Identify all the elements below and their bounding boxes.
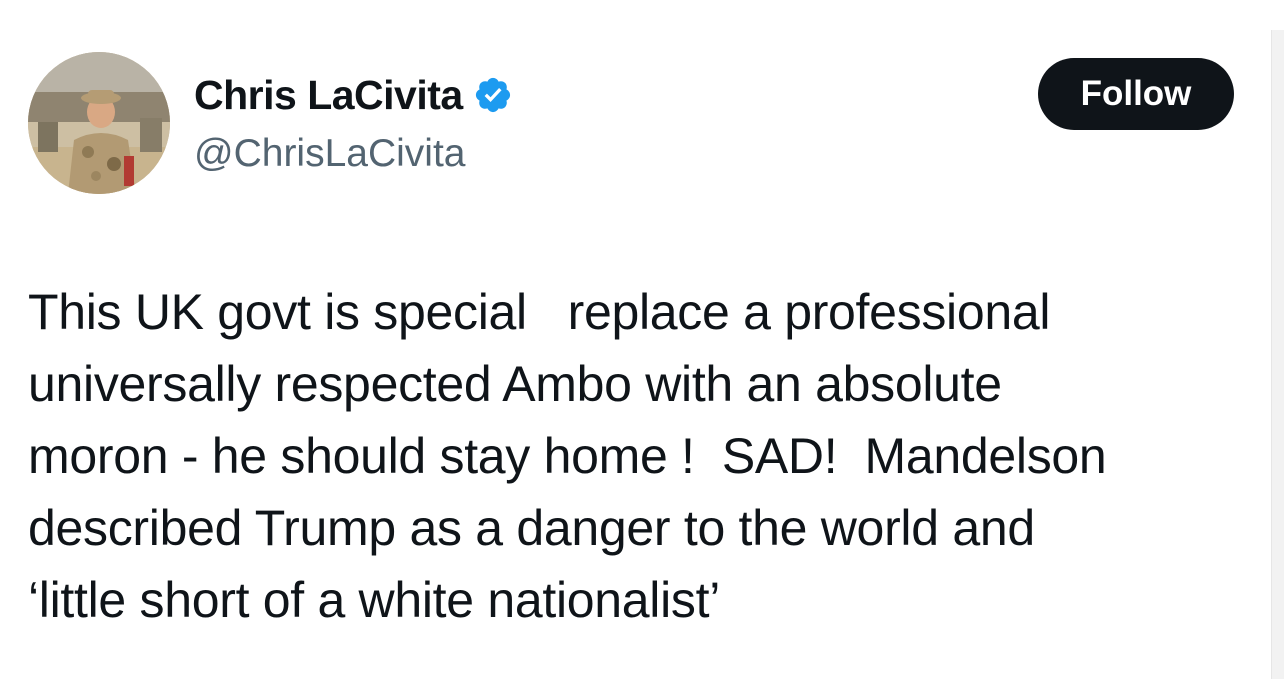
tweet-card: Chris LaCivita @ChrisLaCivita Follow Thi… — [0, 0, 1284, 679]
author-display-name[interactable]: Chris LaCivita — [194, 72, 463, 119]
tweet-text-line: described Trump as a danger to the world… — [28, 500, 1035, 556]
avatar-image — [28, 52, 170, 194]
author-handle[interactable]: @ChrisLaCivita — [194, 132, 466, 176]
author-name-row: Chris LaCivita — [194, 70, 513, 120]
tweet-text-line: moron - he should stay home ! SAD! Mande… — [28, 428, 1107, 484]
verified-badge-icon[interactable] — [473, 75, 513, 115]
tweet-text-line: universally respected Ambo with an absol… — [28, 356, 1002, 412]
tweet-text: This UK govt is special replace a profes… — [28, 276, 1228, 636]
tweet-text-line: This UK govt is special replace a profes… — [28, 284, 1051, 340]
tweet-text-line: ‘little short of a white nationalist’ — [28, 572, 721, 628]
follow-button[interactable]: Follow — [1038, 58, 1234, 130]
avatar[interactable] — [28, 52, 170, 194]
scrollbar[interactable] — [1271, 30, 1284, 679]
